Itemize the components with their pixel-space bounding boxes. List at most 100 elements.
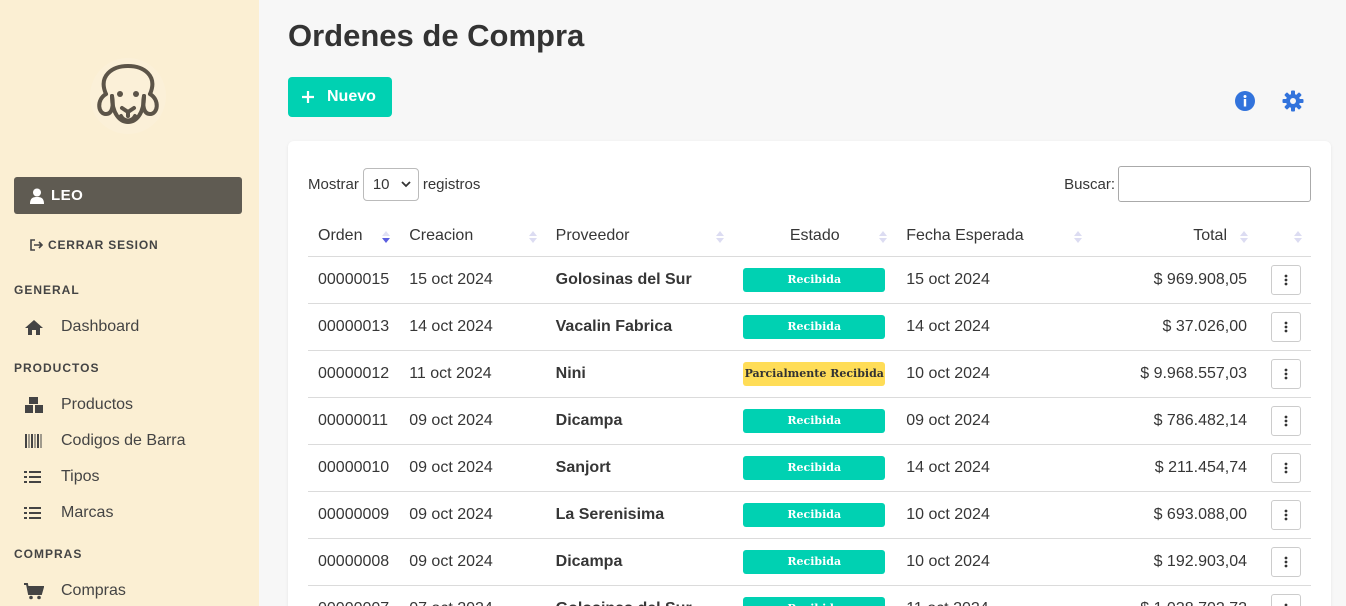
plus-icon [302,91,314,103]
cell-proveedor: Vacalin Fabrica [545,303,734,351]
table-row[interactable]: 00000009 09 oct 2024 La Serenisima Recibida… [308,491,1311,539]
ellipsis-vertical-icon [1284,321,1288,332]
sidebar-item-compras[interactable]: Compras [24,582,126,600]
table-row[interactable]: 00000013 14 oct 2024 Vacalin Fabrica Recibi… [308,303,1311,351]
table-row[interactable]: 00000010 09 oct 2024 Sanjort Recibida 14 oct… [308,444,1311,492]
column-header-total[interactable]: Total [1090,217,1257,257]
cell-estado: Parcialmente Recibida [733,350,897,398]
logout-link[interactable]: CERRAR SESION [30,238,158,252]
section-general: GENERAL [14,283,80,297]
section-productos: PRODUCTOS [14,361,100,375]
cell-actions [1257,491,1311,539]
sidebar-item-dashboard[interactable]: Dashboard [24,318,139,336]
search-input[interactable] [1118,166,1311,202]
sidebar-item-productos[interactable]: Productos [24,396,133,414]
section-compras: COMPRAS [14,547,83,561]
status-badge: Parcialmente Recibida [743,361,886,386]
cell-proveedor: Golosinas del Sur [545,256,734,304]
boxes-icon [24,396,46,414]
cell-creacion: 14 oct 2024 [399,303,546,351]
column-header-creacion[interactable]: Creacion [399,217,546,257]
column-header-fecha-esperada[interactable]: Fecha Esperada [896,217,1091,257]
new-order-button[interactable]: Nuevo [288,77,392,117]
sidebar-item-codigos[interactable]: Codigos de Barra [24,432,186,450]
new-button-label: Nuevo [327,88,376,105]
cell-actions [1257,397,1311,445]
row-menu-button[interactable] [1271,264,1301,295]
table-header-row: Orden Creacion Proveedor Estado Fecha Es… [308,217,1311,257]
cell-orden: 00000013 [308,303,400,351]
cell-fecha-esperada: 11 oct 2024 [896,585,1091,606]
ellipsis-vertical-icon [1284,462,1288,473]
row-menu-button[interactable] [1271,546,1301,577]
column-header-orden[interactable]: Orden [308,217,400,257]
cell-fecha-esperada: 10 oct 2024 [896,491,1091,539]
column-header-actions[interactable] [1257,217,1311,257]
cell-creacion: 09 oct 2024 [399,444,546,492]
status-badge: Recibida [743,596,886,606]
cell-total: $ 693.088,00 [1090,491,1257,539]
home-icon [24,318,46,336]
info-icon[interactable] [1234,90,1256,112]
column-header-proveedor[interactable]: Proveedor [545,217,734,257]
sort-asc-icon [382,231,391,243]
sort-icon [716,231,725,243]
user-name: LEO [51,187,84,204]
cell-creacion: 07 oct 2024 [399,585,546,606]
cell-estado: Recibida [733,397,897,445]
sidebar-item-marcas[interactable]: Marcas [24,504,113,522]
cell-creacion: 09 oct 2024 [399,491,546,539]
ellipsis-vertical-icon [1284,603,1288,606]
cell-estado: Recibida [733,444,897,492]
cell-proveedor: Sanjort [545,444,734,492]
row-menu-button[interactable] [1271,358,1301,389]
sort-icon [1073,231,1082,243]
page-size-select[interactable]: 10 [362,168,419,201]
cell-orden: 00000007 [308,585,400,606]
row-menu-button[interactable] [1271,593,1301,606]
search-control: Buscar: [1064,166,1311,202]
cell-total: $ 969.908,05 [1090,256,1257,304]
sidebar-item-label: Marcas [61,504,114,521]
row-menu-button[interactable] [1271,499,1301,530]
cell-total: $ 37.026,00 [1090,303,1257,351]
cell-fecha-esperada: 10 oct 2024 [896,350,1091,398]
page-size-value: 10 [372,176,390,193]
cell-orden: 00000008 [308,538,400,586]
cell-creacion: 09 oct 2024 [399,397,546,445]
row-menu-button[interactable] [1271,405,1301,436]
barcode-icon [24,432,46,450]
gear-icon[interactable] [1282,90,1304,112]
cell-orden: 00000009 [308,491,400,539]
column-header-estado[interactable]: Estado [733,217,897,257]
dog-logo-icon [90,58,166,134]
sidebar-item-label: Compras [61,582,126,599]
ellipsis-vertical-icon [1284,556,1288,567]
records-label: registros [422,176,481,193]
cell-actions [1257,256,1311,304]
sidebar-item-tipos[interactable]: Tipos [24,468,100,486]
ellipsis-vertical-icon [1284,274,1288,285]
logout-label: CERRAR SESION [48,238,159,252]
cell-actions [1257,303,1311,351]
cell-fecha-esperada: 15 oct 2024 [896,256,1091,304]
cell-proveedor: Golosinas del Sur [545,585,734,606]
sort-icon [1240,231,1248,243]
row-menu-button[interactable] [1271,311,1301,342]
table-row[interactable]: 0000000707 oct 2024Golosinas del Sur Reci… [308,585,1311,606]
user-box: LEO [14,177,242,214]
cell-total: $ 192.903,04 [1090,538,1257,586]
ellipsis-vertical-icon [1284,368,1288,379]
table-row[interactable]: 00000008 09 oct 2024 Dicampa Recibida 10 oct… [308,538,1311,586]
cell-fecha-esperada: 09 oct 2024 [896,397,1091,445]
status-badge: Recibida [743,455,886,480]
cell-creacion: 11 oct 2024 [399,350,546,398]
row-menu-button[interactable] [1271,452,1301,483]
search-label: Buscar: [1064,175,1115,193]
cell-orden: 00000011 [308,397,400,445]
cell-proveedor: Dicampa [545,538,734,586]
table-row[interactable]: 00000012 11 oct 2024 Nini Parcialmente Reci… [308,350,1311,398]
table-row[interactable]: 00000011 09 oct 2024 Dicampa Recibida 09 oct… [308,397,1311,445]
cell-estado: Recibida [733,256,897,304]
table-row[interactable]: 00000015 15 oct 2024 Golosinas del Sur Reci… [308,256,1311,304]
